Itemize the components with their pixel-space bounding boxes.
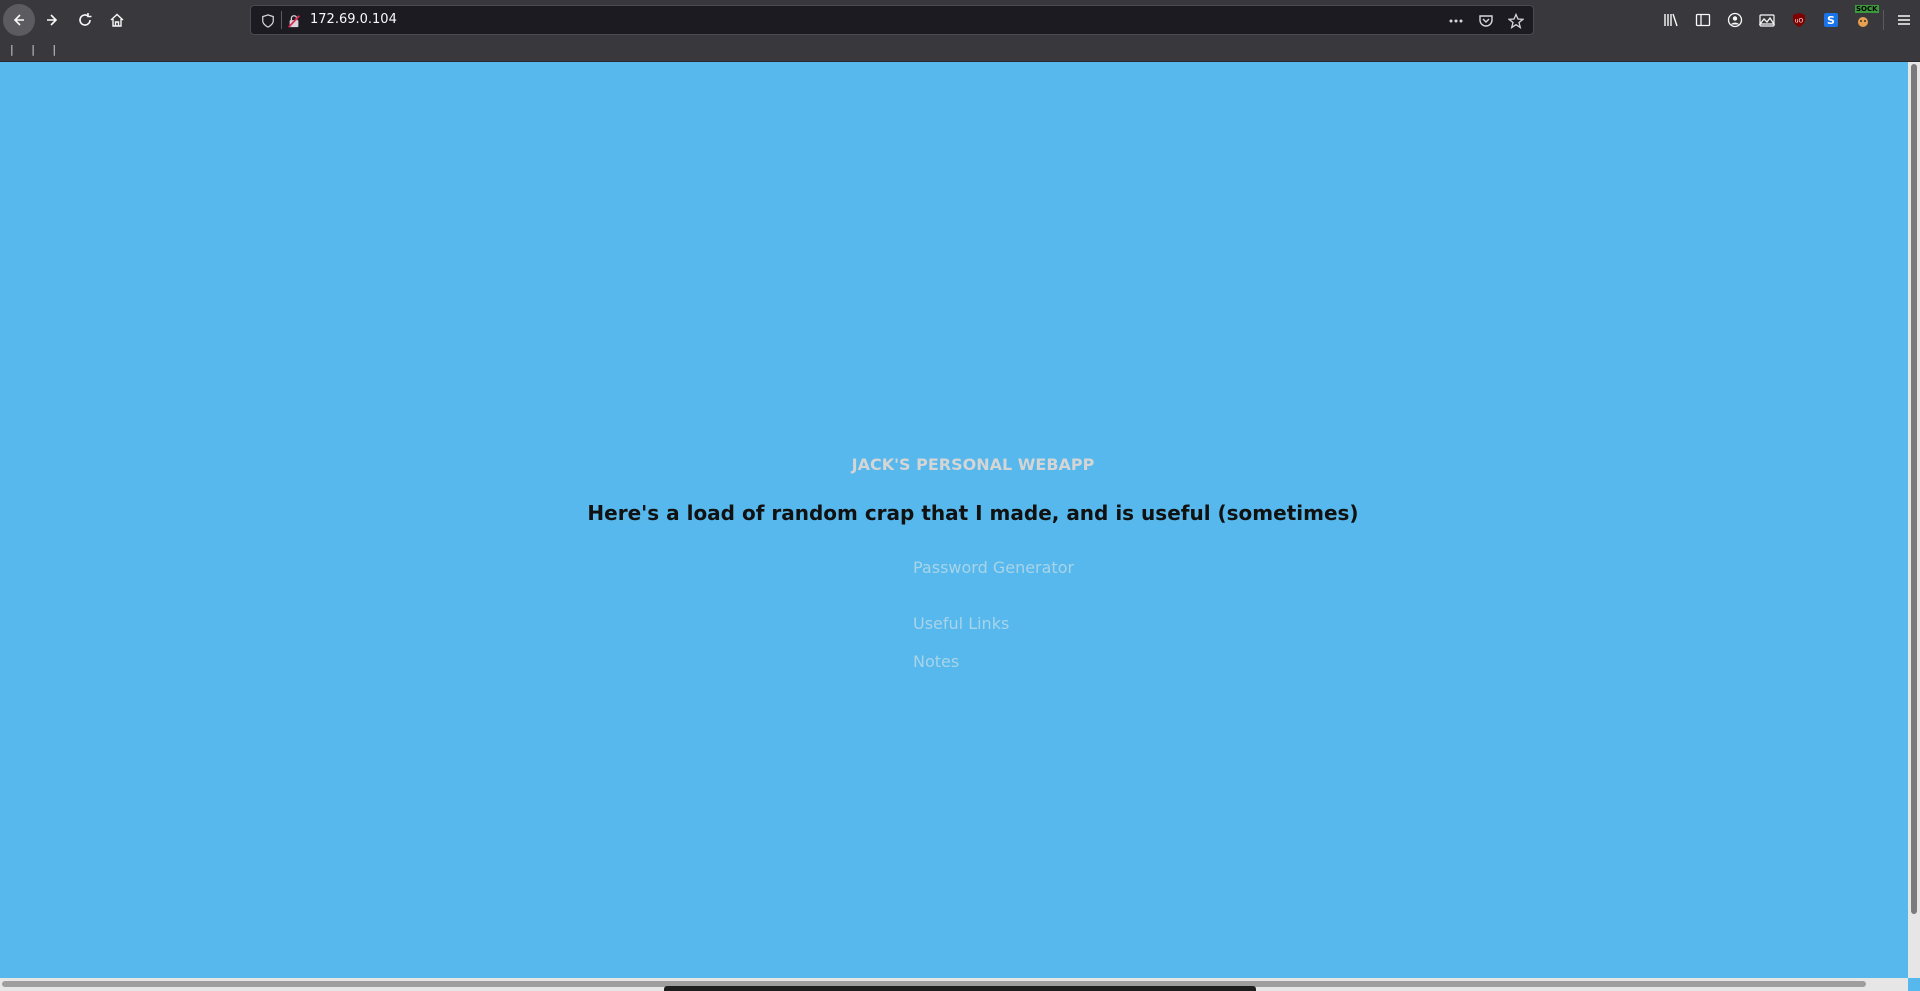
more-actions-icon[interactable] [1447,12,1465,30]
link-useful-links[interactable]: Useful Links [913,614,1009,633]
s-extension-icon[interactable]: S [1815,4,1847,36]
forward-arrow-icon[interactable] [36,4,68,36]
svg-text:S: S [1827,14,1835,27]
svg-text:uO: uO [1795,18,1804,25]
toolbar-separator [1883,10,1884,30]
library-icon[interactable] [1655,4,1687,36]
bottom-panel-handle [664,986,1256,991]
reload-icon[interactable] [69,4,101,36]
bookmarks-placeholder: | | | [10,43,64,56]
vertical-scrollbar[interactable] [1908,62,1920,978]
page-content: JACK'S PERSONAL WEBAPP Here's a load of … [0,62,1908,978]
link-notes[interactable]: Notes [913,652,959,671]
hamburger-menu-icon[interactable] [1888,4,1920,36]
url-bar[interactable]: 172.69.0.104 [250,5,1534,35]
tracking-shield-icon[interactable] [261,13,275,32]
bookmarks-toolbar: | | | [0,40,1920,62]
bookmark-star-icon[interactable] [1507,12,1525,30]
vertical-scrollbar-thumb[interactable] [1911,64,1917,914]
browser-toolbar: 172.69.0.104 uO S SOCK [0,0,1920,40]
page-title: JACK'S PERSONAL WEBAPP [851,455,1095,474]
sidebar-icon[interactable] [1687,4,1719,36]
link-password-generator[interactable]: Password Generator [913,558,1074,577]
url-text[interactable]: 172.69.0.104 [310,12,397,27]
ublock-icon[interactable]: uO [1783,4,1815,36]
insecure-lock-icon[interactable] [287,13,301,32]
url-separator [281,11,282,29]
page-tagline: Here's a load of random crap that I made… [587,501,1359,525]
sock-extension-icon[interactable]: SOCK [1847,4,1879,36]
pocket-icon[interactable] [1477,12,1495,30]
back-arrow-icon[interactable] [3,4,35,36]
account-icon[interactable] [1719,4,1751,36]
screenshot-icon[interactable] [1751,4,1783,36]
sock-badge: SOCK [1855,5,1879,13]
home-icon[interactable] [101,4,133,36]
